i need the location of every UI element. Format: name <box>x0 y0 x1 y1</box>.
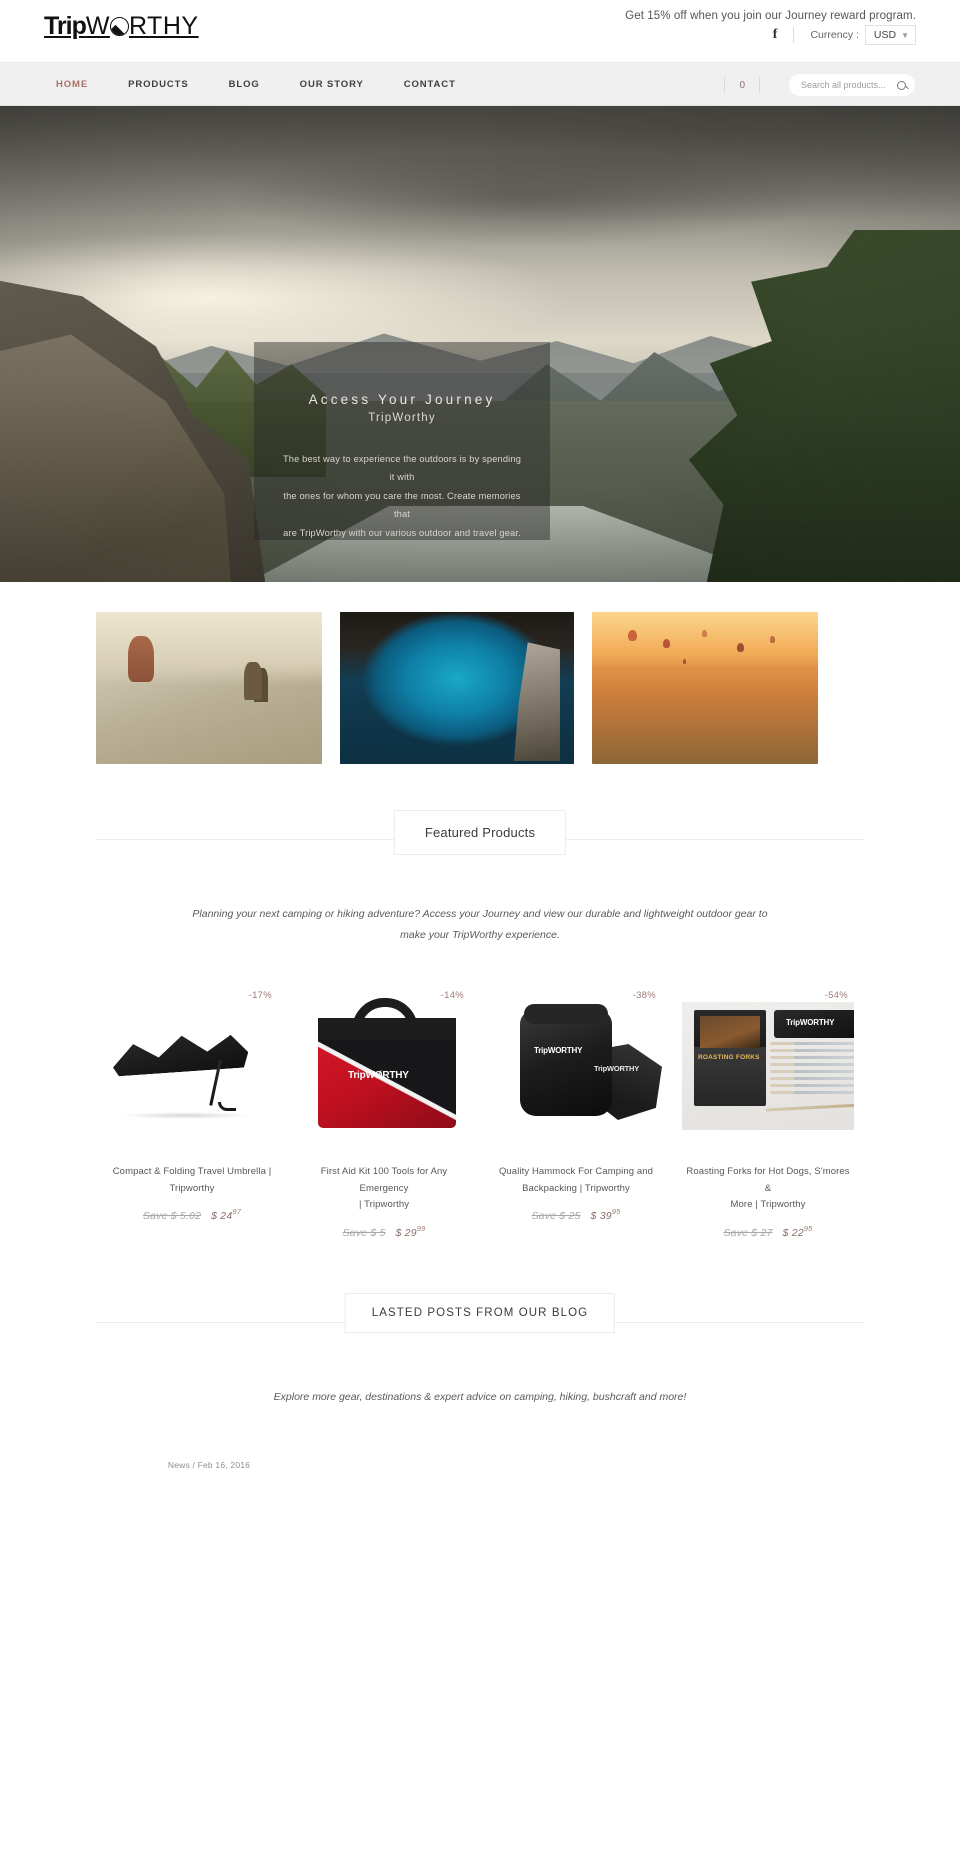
product-card-label: ROASTING FORKS <box>698 1054 760 1061</box>
product-title[interactable]: First Aid Kit 100 Tools for Any Emergenc… <box>298 1164 470 1214</box>
product-current-price: $ 29 <box>395 1226 417 1239</box>
photo-gallery <box>96 582 864 764</box>
product-card[interactable]: -14% TripWØRTHY First Aid Kit 100 Tools … <box>288 984 480 1239</box>
product-title[interactable]: Compact & Folding Travel Umbrella | Trip… <box>106 1164 278 1197</box>
blog-post-card[interactable]: News / Feb 16, 2016 <box>96 1446 322 1470</box>
product-price-cents: 95 <box>611 1207 621 1217</box>
search-input[interactable] <box>801 80 897 90</box>
product-grid: -17% Compact & Folding Travel Umbrella |… <box>96 946 864 1239</box>
product-save-amount: Save $ 25 <box>531 1210 581 1223</box>
nav-links: HOME PRODUCTS BLOG OUR STORY CONTACT <box>44 63 476 107</box>
product-title[interactable]: Roasting Forks for Hot Dogs, S'mores & M… <box>682 1164 854 1214</box>
blog-section: LASTED POSTS FROM OUR BLOG Explore more … <box>96 1239 864 1470</box>
chevron-down-icon: ▼ <box>901 30 909 40</box>
nav-item-products[interactable]: PRODUCTS <box>108 63 209 107</box>
product-title-line-1: Compact & Folding Travel Umbrella | <box>112 1166 272 1177</box>
product-price: Save $ 25 $ 3995 <box>490 1207 662 1222</box>
product-image-roasting-forks[interactable]: ROASTING FORKS TripWORTHY <box>682 984 854 1144</box>
product-price-cents: 99 <box>416 1223 426 1233</box>
hero-text-card: Access Your Journey TripWorthy The best … <box>254 342 550 540</box>
promo-message: Get 15% off when you join our Journey re… <box>625 10 916 22</box>
gallery-image-sea-cave[interactable] <box>340 612 574 764</box>
product-current-price: $ 22 <box>782 1226 804 1239</box>
divider <box>724 77 726 93</box>
featured-description-line-2: make your TripWorthy experience. <box>400 929 560 941</box>
blog-post-meta: News / Feb 16, 2016 <box>167 1459 251 1470</box>
discount-badge: -54% <box>824 990 848 1001</box>
product-image-umbrella[interactable] <box>106 984 278 1144</box>
nav-item-our-story[interactable]: OUR STORY <box>280 63 384 107</box>
gallery-image-deer[interactable] <box>96 612 322 764</box>
hero-title: Access Your Journey <box>308 392 496 407</box>
product-brand-overlay: TripWØRTHY <box>348 1070 409 1081</box>
featured-description-line-1: Planning your next camping or hiking adv… <box>192 908 768 920</box>
product-title-line-2: Tripworthy <box>169 1182 215 1194</box>
product-image-hammock[interactable]: TripWORTHY TripWORTHY <box>490 984 662 1144</box>
discount-badge: -14% <box>440 990 464 1001</box>
product-brand-overlay: TripWORTHY <box>534 1046 583 1055</box>
featured-products-heading-row: Featured Products <box>96 810 864 864</box>
product-current-price: $ 24 <box>211 1210 233 1223</box>
product-save-amount: Save $ 5 <box>342 1226 386 1239</box>
divider <box>759 77 760 93</box>
product-title-line-1: First Aid Kit 100 Tools for Any Emergenc… <box>320 1166 448 1194</box>
product-price: Save $ 27 $ 2295 <box>682 1224 854 1239</box>
blog-description: Explore more gear, destinations & expert… <box>273 1390 687 1403</box>
product-save-amount: Save $ 27 <box>723 1226 773 1239</box>
mountain-circle-icon <box>109 17 129 36</box>
logo-text-worthy-pre: W <box>85 12 110 40</box>
hero-body-line-3: are TripWorthy with our various outdoor … <box>283 527 521 538</box>
product-price: Save $ 5.02 $ 2497 <box>106 1207 278 1222</box>
gallery-image-balloons[interactable] <box>592 612 818 764</box>
discount-badge: -38% <box>632 990 656 1001</box>
search-icon[interactable] <box>897 80 906 90</box>
product-image-first-aid-kit[interactable]: TripWØRTHY <box>298 984 470 1144</box>
featured-products-description: Planning your next camping or hiking adv… <box>160 904 800 946</box>
hero-body-line-1: The best way to experience the outdoors … <box>282 453 522 483</box>
nav-item-contact[interactable]: CONTACT <box>384 63 476 107</box>
currency-label: Currency : <box>810 29 859 41</box>
hero-body-text: The best way to experience the outdoors … <box>280 450 524 543</box>
product-card[interactable]: -54% ROASTING FORKS TripWORTHY Roasting … <box>672 984 864 1239</box>
currency-selector[interactable]: USD ▼ <box>864 25 916 45</box>
featured-products-section: Featured Products Planning your next cam… <box>0 810 960 1239</box>
site-logo[interactable]: TripW RTHY <box>44 14 199 39</box>
product-brand-overlay-secondary: TripWORTHY <box>594 1064 640 1073</box>
top-utility-row: f Currency : USD ▼ <box>773 25 916 45</box>
nav-right-group: 0 <box>710 63 916 107</box>
product-price-cents: 95 <box>803 1223 813 1233</box>
product-price-cents: 97 <box>232 1207 242 1217</box>
top-bar: TripW RTHY Get 15% off when you join our … <box>0 0 960 62</box>
blog-heading-row: LASTED POSTS FROM OUR BLOG <box>96 1292 864 1347</box>
product-title-line-2: Backpacking | Tripworthy <box>522 1182 630 1194</box>
product-title-line-1: Roasting Forks for Hot Dogs, S'mores & <box>686 1166 850 1194</box>
product-card[interactable]: -17% Compact & Folding Travel Umbrella |… <box>96 984 288 1239</box>
cart-count[interactable]: 0 <box>739 80 745 91</box>
discount-badge: -17% <box>248 990 272 1001</box>
currency-value: USD <box>873 29 897 41</box>
hero-banner: Access Your Journey TripWorthy The best … <box>0 106 960 582</box>
facebook-icon[interactable]: f <box>773 27 795 43</box>
product-price: Save $ 5 $ 2999 <box>298 1224 470 1239</box>
nav-item-blog[interactable]: BLOG <box>209 63 280 107</box>
product-title-line-2: | Tripworthy <box>358 1199 410 1211</box>
search-box[interactable] <box>788 73 916 97</box>
logo-text-worthy-post: RTHY <box>128 12 199 40</box>
hero-subtitle: TripWorthy <box>368 411 436 424</box>
main-navigation-bar: HOME PRODUCTS BLOG OUR STORY CONTACT 0 <box>0 62 960 106</box>
product-title-line-1: Quality Hammock For Camping and <box>498 1166 654 1177</box>
hero-body-line-2: the ones for whom you care the most. Cre… <box>283 490 521 520</box>
product-card[interactable]: -38% TripWORTHY TripWORTHY Quality Hammo… <box>480 984 672 1239</box>
logo-text-trip: Trip <box>44 12 87 40</box>
product-current-price: $ 39 <box>590 1210 612 1223</box>
product-save-amount: Save $ 5.02 <box>142 1210 202 1223</box>
nav-item-home[interactable]: HOME <box>44 63 108 107</box>
blog-post-grid: News / Feb 16, 2016 <box>96 1408 864 1470</box>
forks-group <box>770 1042 854 1102</box>
blog-heading: LASTED POSTS FROM OUR BLOG <box>344 1292 616 1333</box>
product-title[interactable]: Quality Hammock For Camping and Backpack… <box>490 1164 662 1197</box>
product-brand-overlay: TripWORTHY <box>786 1018 835 1027</box>
featured-products-heading: Featured Products <box>393 810 567 855</box>
product-title-line-2: More | Tripworthy <box>730 1199 806 1211</box>
